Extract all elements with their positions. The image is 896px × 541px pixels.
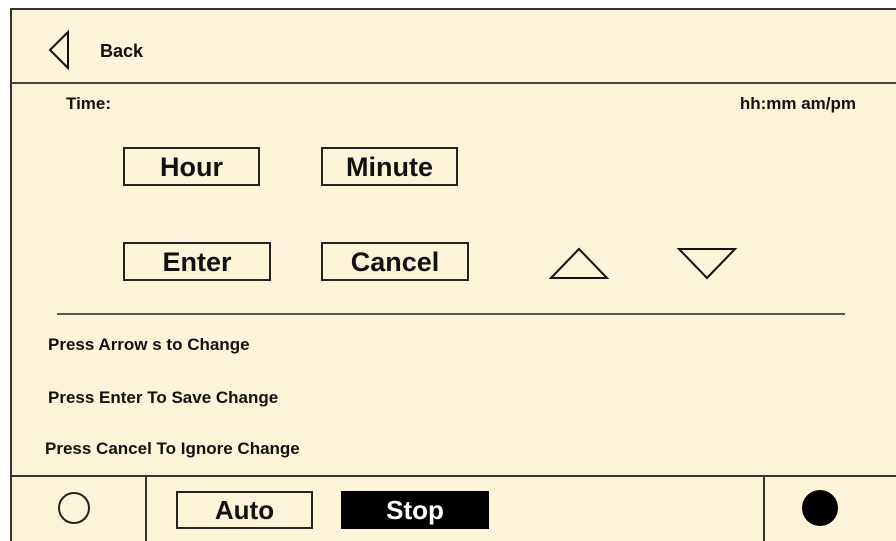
back-arrow-icon[interactable] <box>48 30 70 70</box>
filled-circle-icon[interactable] <box>802 490 838 526</box>
header-bar: Back <box>12 10 896 84</box>
time-format-hint: hh:mm am/pm <box>739 94 856 113</box>
footer-bar: Auto Stop <box>12 475 896 541</box>
minute-button[interactable]: Minute <box>321 147 458 186</box>
arrow-down-icon[interactable] <box>677 246 737 280</box>
stop-button[interactable]: Stop <box>341 491 489 529</box>
enter-button[interactable]: Enter <box>123 242 271 281</box>
instruction-save: Press Enter To Save Change <box>48 388 279 407</box>
footer-separator-right <box>763 477 765 541</box>
open-circle-icon[interactable] <box>58 492 90 524</box>
hour-button[interactable]: Hour <box>123 147 260 186</box>
instruction-ignore: Press Cancel To Ignore Change <box>45 439 300 458</box>
time-setting-panel: Back Time: hh:mm am/pm Hour Minute Enter… <box>10 8 896 541</box>
auto-button[interactable]: Auto <box>176 491 313 529</box>
arrow-up-icon[interactable] <box>549 246 609 280</box>
back-label[interactable]: Back <box>100 41 143 62</box>
instruction-change: Press Arrow s to Change <box>48 335 250 354</box>
cancel-button[interactable]: Cancel <box>321 242 469 281</box>
section-divider <box>57 313 845 315</box>
footer-separator-left <box>145 477 147 541</box>
time-label: Time: <box>66 94 112 113</box>
